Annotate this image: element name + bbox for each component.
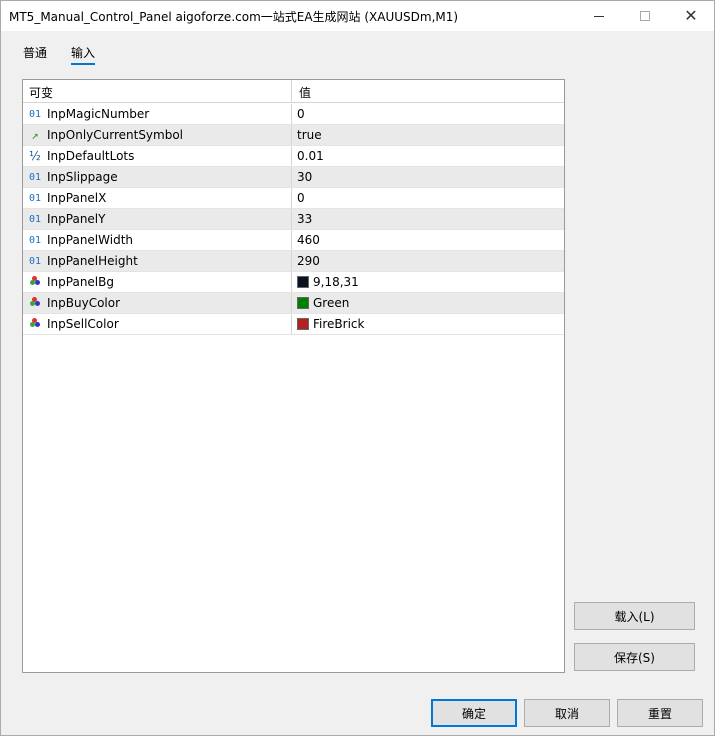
variable-value: Green	[313, 296, 350, 310]
color-swatch	[297, 318, 309, 330]
color-icon	[26, 317, 44, 331]
color-icon	[26, 296, 44, 310]
tab-general[interactable]: 普通	[23, 41, 47, 65]
value-cell[interactable]: 30	[292, 167, 564, 187]
value-cell[interactable]: 460	[292, 230, 564, 250]
window-title: MT5_Manual_Control_Panel aigoforze.com一站…	[9, 10, 459, 24]
close-button[interactable]: ✕	[668, 1, 714, 31]
table-row[interactable]: InpPanelBg 9,18,31	[23, 272, 564, 293]
double-icon: ½	[29, 149, 41, 163]
variable-name: InpPanelBg	[47, 275, 114, 289]
cancel-button[interactable]: 取消	[524, 699, 610, 727]
variable-name: InpSlippage	[47, 170, 118, 184]
table-row[interactable]: 01 InpMagicNumber 0	[23, 104, 564, 125]
load-button[interactable]: 载入(L)	[574, 602, 695, 630]
variable-cell[interactable]: 01 InpMagicNumber	[23, 104, 292, 124]
variable-name: InpBuyColor	[47, 296, 121, 310]
variable-value: 30	[297, 170, 313, 184]
table-row[interactable]: 01 InpPanelX 0	[23, 188, 564, 209]
tab-inputs[interactable]: 输入	[71, 41, 96, 65]
integer-icon: 01	[28, 192, 42, 204]
variable-cell[interactable]: InpSellColor	[23, 314, 292, 334]
variable-name: InpPanelX	[47, 191, 107, 205]
variable-value: FireBrick	[313, 317, 365, 331]
table-row[interactable]: 01 InpPanelWidth 460	[23, 230, 564, 251]
close-icon: ✕	[684, 6, 698, 25]
variable-cell[interactable]: InpPanelBg	[23, 272, 292, 292]
variable-value: 0	[297, 107, 305, 121]
variable-name: InpDefaultLots	[47, 149, 135, 163]
variable-cell[interactable]: InpBuyColor	[23, 293, 292, 313]
variable-name: InpSellColor	[47, 317, 119, 331]
variable-name: InpMagicNumber	[47, 107, 150, 121]
color-swatch	[297, 276, 309, 288]
variable-value: 0.01	[297, 149, 324, 163]
table-row[interactable]: 01 InpPanelY 33	[23, 209, 564, 230]
value-cell[interactable]: 0	[292, 188, 564, 208]
variable-cell[interactable]: 01 InpPanelY	[23, 209, 292, 229]
variable-value: 290	[297, 254, 320, 268]
integer-icon: 01	[28, 255, 42, 267]
color-icon	[26, 275, 44, 289]
minimize-button[interactable]	[576, 1, 622, 31]
variable-name: InpOnlyCurrentSymbol	[47, 128, 184, 142]
value-cell[interactable]: 9,18,31	[292, 272, 564, 292]
table-row[interactable]: 01 InpPanelHeight 290	[23, 251, 564, 272]
variable-cell[interactable]: 01 InpPanelX	[23, 188, 292, 208]
variable-value: 9,18,31	[313, 275, 359, 289]
variable-name: InpPanelHeight	[47, 254, 138, 268]
table-row[interactable]: 01 InpSlippage 30	[23, 167, 564, 188]
variable-cell[interactable]: 01 InpPanelWidth	[23, 230, 292, 250]
color-swatch	[297, 297, 309, 309]
minimize-icon	[594, 15, 604, 17]
integer-icon: 01	[28, 234, 42, 246]
variable-value: 460	[297, 233, 320, 247]
variable-cell[interactable]: ½ InpDefaultLots	[23, 146, 292, 166]
variable-value: 0	[297, 191, 305, 205]
column-header-value[interactable]: 值	[292, 80, 564, 103]
title-bar[interactable]: MT5_Manual_Control_Panel aigoforze.com一站…	[1, 1, 714, 31]
table-row[interactable]: ↗ InpOnlyCurrentSymbol true	[23, 125, 564, 146]
integer-icon: 01	[28, 171, 42, 183]
variable-value: 33	[297, 212, 313, 226]
variable-cell[interactable]: 01 InpPanelHeight	[23, 251, 292, 271]
value-cell[interactable]: true	[292, 125, 564, 145]
value-cell[interactable]: Green	[292, 293, 564, 313]
variable-value: true	[297, 128, 322, 142]
table-row[interactable]: InpBuyColor Green	[23, 293, 564, 314]
reset-button[interactable]: 重置	[617, 699, 703, 727]
grid-header: 可变 值	[23, 80, 564, 103]
value-cell[interactable]: 290	[292, 251, 564, 271]
integer-icon: 01	[28, 213, 42, 225]
value-cell[interactable]: FireBrick	[292, 314, 564, 334]
dialog-window: MT5_Manual_Control_Panel aigoforze.com一站…	[0, 0, 715, 736]
ok-button[interactable]: 确定	[431, 699, 517, 727]
table-row[interactable]: ½ InpDefaultLots 0.01	[23, 146, 564, 167]
boolean-icon: ↗	[31, 128, 39, 142]
save-button[interactable]: 保存(S)	[574, 643, 695, 671]
variable-name: InpPanelY	[47, 212, 106, 226]
inputs-grid: 可变 值 01 InpMagicNumber 0 ↗ InpOnlyCurrentSym…	[22, 79, 565, 673]
value-cell[interactable]: 0.01	[292, 146, 564, 166]
maximize-icon	[640, 11, 650, 21]
variable-cell[interactable]: 01 InpSlippage	[23, 167, 292, 187]
grid-rows: 01 InpMagicNumber 0 ↗ InpOnlyCurrentSymbol tr…	[23, 104, 564, 335]
variable-cell[interactable]: ↗ InpOnlyCurrentSymbol	[23, 125, 292, 145]
maximize-button[interactable]	[622, 1, 668, 31]
column-header-variable[interactable]: 可变	[23, 80, 292, 103]
value-cell[interactable]: 33	[292, 209, 564, 229]
value-cell[interactable]: 0	[292, 104, 564, 124]
table-row[interactable]: InpSellColor FireBrick	[23, 314, 564, 335]
integer-icon: 01	[28, 108, 42, 120]
variable-name: InpPanelWidth	[47, 233, 133, 247]
